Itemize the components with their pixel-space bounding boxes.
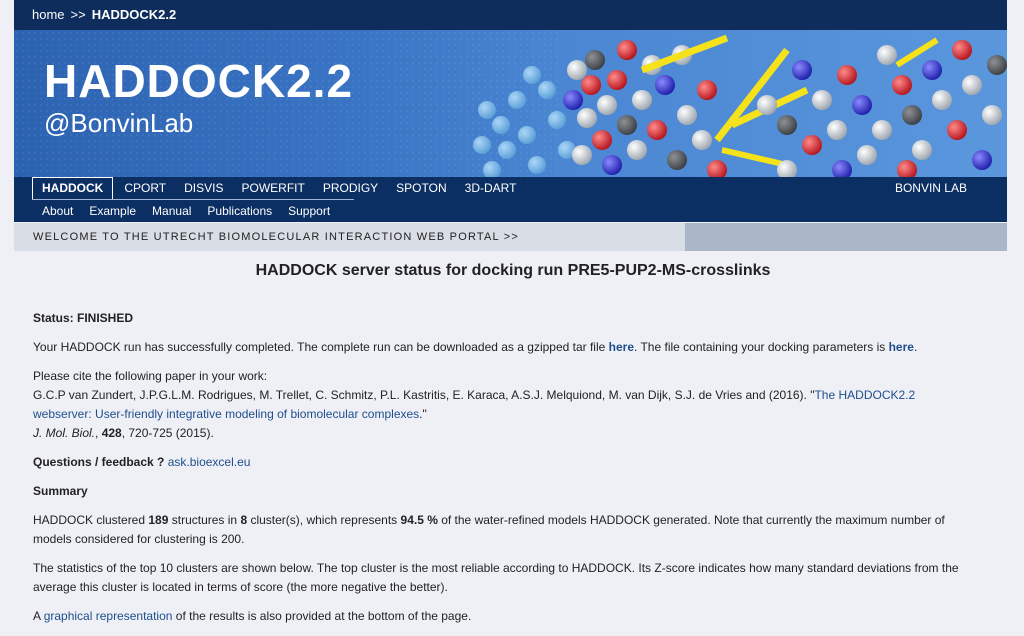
summary-heading: Summary [33, 484, 88, 498]
graphical-representation-link[interactable]: graphical representation [44, 609, 173, 623]
status-label: Status: FINISHED [33, 311, 134, 325]
summary-text-d: of the water-refined models HADDOCK gene… [437, 513, 945, 527]
summary-text-c: cluster(s), which represents [247, 513, 401, 527]
graphical-text-a: A [33, 609, 44, 623]
graphical-text-b: of the results is also provided at the b… [172, 609, 472, 623]
nav-item-disvis[interactable]: DISVIS [175, 178, 232, 199]
nav-item-about[interactable]: About [34, 201, 81, 222]
summary-percent: 94.5 % [400, 513, 438, 527]
welcome-bar-accent [685, 223, 1007, 251]
nav-item-powerfit[interactable]: POWERFIT [233, 178, 314, 199]
nav-item-haddock[interactable]: HADDOCK [32, 177, 114, 200]
breadcrumb-separator: >> [70, 7, 86, 22]
citation-journal-line: J. Mol. Biol., 428, 720-725 (2015). [33, 426, 214, 440]
feedback-label: Questions / feedback ? [33, 455, 165, 469]
page-frame: home >> HADDOCK2.2 HADDOCK2.2 @BonvinLab [14, 0, 1007, 251]
nav-item-3d-dart[interactable]: 3D-DART [456, 178, 526, 199]
nav-item-example[interactable]: Example [81, 201, 144, 222]
nav-item-bonvin-lab[interactable]: BONVIN LAB [895, 177, 967, 200]
download-run-link[interactable]: here [609, 340, 634, 354]
summary-structures-count: 189 [148, 513, 169, 527]
page-title: HADDOCK server status for docking run PR… [255, 262, 771, 279]
feedback-link[interactable]: ask.bioexcel.eu [168, 455, 251, 469]
run-complete-text-3: . [913, 340, 918, 354]
nav-secondary: About Example Manual Publications Suppor… [14, 200, 1007, 222]
run-complete-text-1: Your HADDOCK run has successfully comple… [33, 340, 609, 354]
citation-title-link[interactable]: webserver: User-friendly integrative mod… [33, 407, 419, 421]
citation-intro: Please cite the following paper in your … [33, 369, 268, 383]
citation-journal: J. Mol. Biol. [33, 426, 96, 440]
citation-pages: , 720-725 (2015). [121, 426, 214, 440]
summary-text-e: models considered for clustering is 200. [33, 532, 245, 546]
header-banner: HADDOCK2.2 @BonvinLab [14, 30, 1007, 177]
statistics-text-a: The statistics of the top 10 clusters ar… [33, 561, 959, 575]
nav-item-manual[interactable]: Manual [144, 201, 199, 222]
nav-item-publications[interactable]: Publications [199, 201, 280, 222]
citation-title-link-start[interactable]: The HADDOCK2.2 [814, 388, 915, 402]
nav-item-support[interactable]: Support [280, 201, 338, 222]
feedback-line: Questions / feedback ? ask.bioexcel.eu [33, 453, 993, 472]
welcome-bar: WELCOME TO THE UTRECHT BIOMOLECULAR INTE… [14, 223, 1007, 251]
banner-subtitle: @BonvinLab [44, 108, 194, 138]
banner-title: HADDOCK2.2 [44, 55, 354, 107]
nav-item-spoton[interactable]: SPOTON [387, 178, 455, 199]
nav-item-cport[interactable]: CPORT [115, 178, 175, 199]
docking-parameters-link[interactable]: here [889, 340, 914, 354]
molecule-illustration [473, 34, 1007, 177]
summary-text-a: HADDOCK clustered [33, 513, 149, 527]
nav-primary: HADDOCK CPORT DISVIS POWERFIT PRODIGY SP… [14, 177, 1007, 200]
citation-authors-line: G.C.P van Zundert, J.P.G.L.M. Rodrigues,… [33, 386, 993, 405]
breadcrumb: home >> HADDOCK2.2 [14, 0, 1007, 30]
run-complete-message: Your HADDOCK run has successfully comple… [33, 338, 993, 357]
summary-clusters-text: HADDOCK clustered 189 structures in 8 cl… [33, 511, 993, 549]
citation-volume: 428 [101, 426, 122, 440]
breadcrumb-home-link[interactable]: home [32, 7, 65, 22]
summary-text-b: structures in [168, 513, 241, 527]
graphical-representation-text: A graphical representation of the result… [33, 607, 993, 626]
nav-divider [32, 199, 354, 200]
main-navigation: HADDOCK CPORT DISVIS POWERFIT PRODIGY SP… [14, 177, 1007, 222]
citation-title-end: ." [419, 407, 427, 421]
citation-title-line: webserver: User-friendly integrative mod… [33, 405, 993, 424]
main-content: HADDOCK server status for docking run PR… [33, 258, 993, 636]
citation-block: Please cite the following paper in your … [33, 367, 993, 443]
statistics-text-b: average this cluster is located in terms… [33, 580, 448, 594]
breadcrumb-current: HADDOCK2.2 [91, 7, 177, 22]
citation-authors: G.C.P van Zundert, J.P.G.L.M. Rodrigues,… [33, 388, 815, 402]
nav-item-prodigy[interactable]: PRODIGY [314, 178, 387, 199]
run-complete-text-2: . The file containing your docking param… [634, 340, 889, 354]
summary-statistics-text: The statistics of the top 10 clusters ar… [33, 559, 993, 597]
